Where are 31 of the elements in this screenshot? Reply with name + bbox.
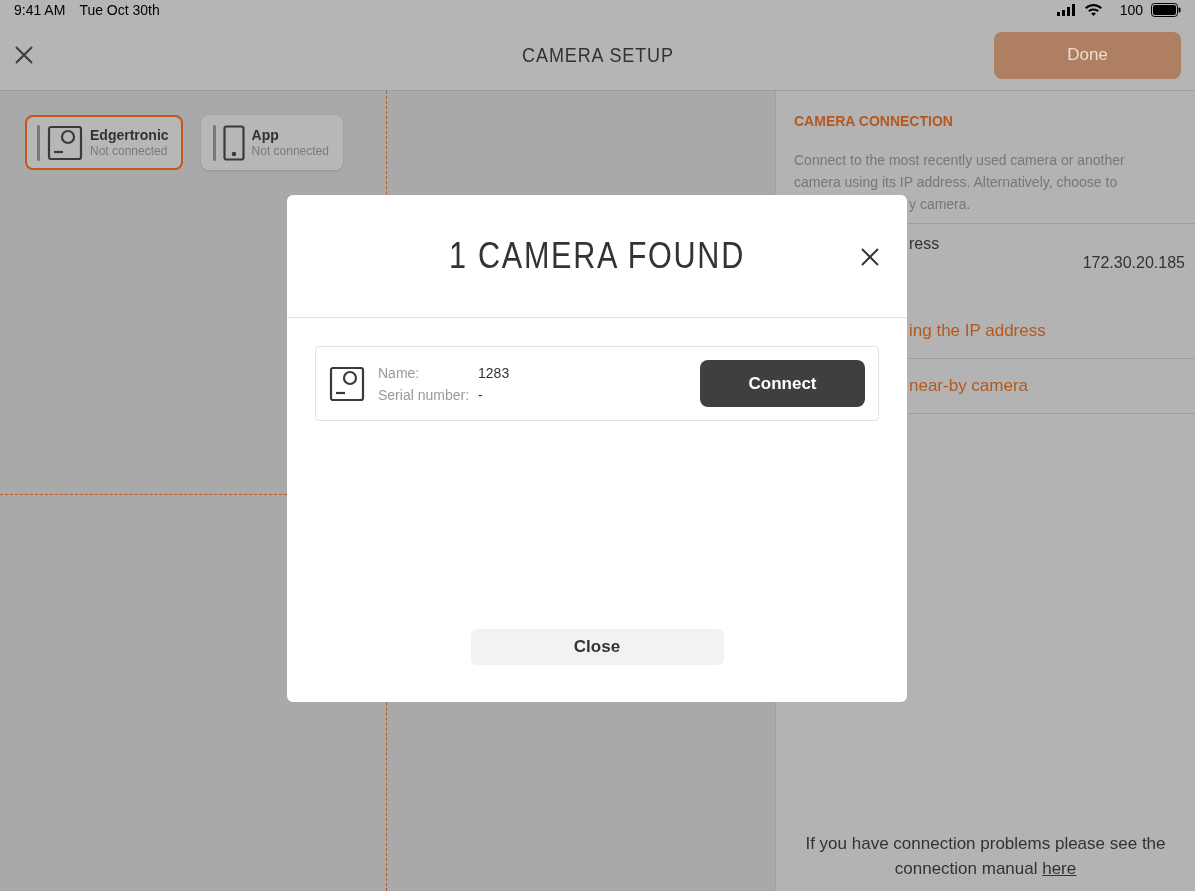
- close-icon[interactable]: [861, 248, 879, 266]
- camera-icon: [329, 365, 365, 402]
- device-status: Not connected: [90, 143, 169, 159]
- status-date: Tue Oct 30th: [79, 0, 160, 20]
- device-card[interactable]: Edgertronic Not connected: [25, 115, 183, 170]
- device-status: Not connected: [251, 143, 329, 159]
- close-button[interactable]: Close: [470, 629, 724, 665]
- close-icon[interactable]: [14, 45, 34, 65]
- connect-button[interactable]: Connect: [700, 360, 865, 407]
- camera-icon: [47, 124, 83, 161]
- device-name: Edgertronic: [90, 126, 169, 143]
- phone-icon: [222, 124, 245, 161]
- battery-level: 100: [1119, 0, 1143, 20]
- ip-address-value: 172.30.20.185: [1082, 253, 1185, 273]
- name-label: Name:: [378, 363, 421, 383]
- page-title: CAMERA SETUP: [521, 43, 674, 68]
- dialog-title: 1 CAMERA FOUND: [449, 234, 745, 278]
- signal-icon: [1056, 4, 1077, 16]
- field-label: ress: [909, 234, 940, 254]
- battery-icon: [1151, 3, 1181, 17]
- serial-label: Serial number:: [378, 385, 470, 405]
- panel-description-tail: y camera.: [908, 195, 972, 214]
- connection-help-text: If you have connection problems please see the connection manual here: [804, 833, 1167, 880]
- serial-value: -: [478, 385, 484, 405]
- wifi-icon: [1084, 4, 1102, 16]
- device-name: App: [251, 126, 280, 143]
- status-time: 9:41 AM: [14, 0, 66, 20]
- panel-heading: CAMERA CONNECTION: [793, 112, 954, 131]
- camera-name: 1283: [478, 363, 510, 383]
- device-card[interactable]: App Not connected: [200, 115, 343, 170]
- manual-link[interactable]: here: [1042, 859, 1077, 878]
